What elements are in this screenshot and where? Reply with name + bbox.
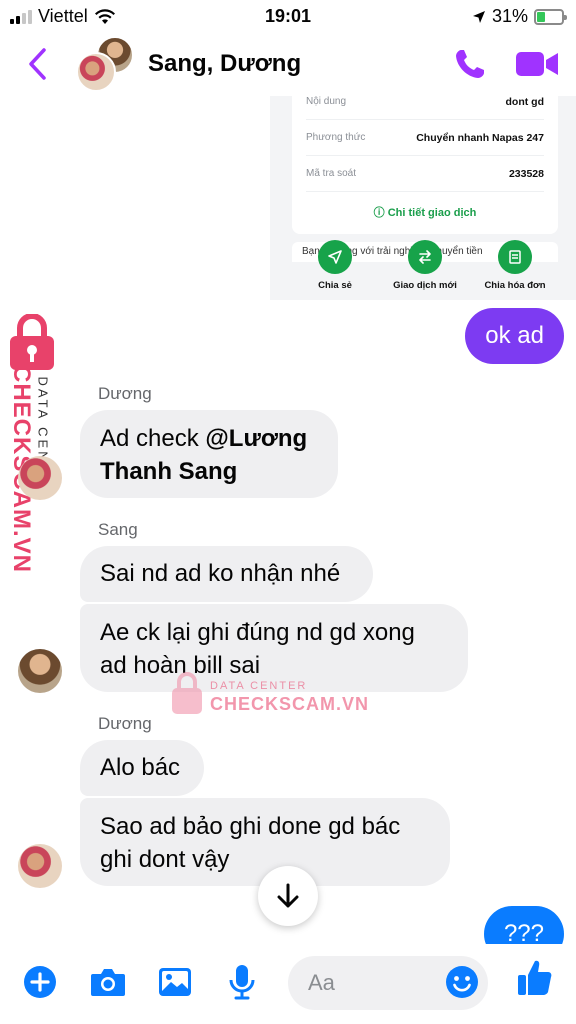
arrow-down-icon	[277, 883, 299, 908]
receipt-row-value: 233528	[508, 167, 544, 180]
receipt-row: Phương thức Chuyển nhanh Napas 247	[306, 120, 544, 156]
receipt-row: Nội dung dont gd	[306, 96, 544, 120]
receipt-action-share: Chia sẻ	[290, 240, 380, 291]
avatar	[76, 52, 116, 92]
sender-name: Sang	[98, 520, 138, 539]
group-avatar[interactable]	[76, 36, 136, 92]
photo-gallery-icon[interactable]	[155, 962, 195, 1002]
shared-image-receipt[interactable]: Nội dung dont gd Phương thức Chuyển nhan…	[270, 96, 576, 300]
receipt-actions: Chia sẻ Giao dịch mới Chia hóa đơn	[270, 240, 576, 300]
thumbs-up-icon[interactable]	[514, 958, 554, 998]
message-text: ok ad	[485, 322, 544, 349]
message-composer	[0, 944, 576, 1024]
receipt-action-label: Giao dịch mới	[393, 280, 457, 291]
emoji-icon[interactable]	[442, 962, 482, 1002]
bill-icon	[498, 240, 532, 274]
receipt-action-split-bill: Chia hóa đơn	[470, 240, 560, 291]
video-camera-icon[interactable]	[514, 48, 560, 80]
receipt-row-label: Phương thức	[306, 132, 366, 143]
message-text: Alo bác	[100, 754, 181, 781]
message-text: Sao ad bảo ghi done gd bác	[100, 813, 401, 840]
receipt-row-label: Mã tra soát	[306, 168, 357, 179]
receipt-row-value: Chuyển nhanh Napas 247	[416, 131, 544, 144]
message-text: ghi dont vậy	[100, 846, 230, 873]
incoming-message[interactable]: Ad check @Lương Thanh Sang	[80, 410, 338, 498]
message-text: Sai nd ad ko nhận nhé	[100, 560, 341, 587]
mention[interactable]: Thanh Sang	[100, 458, 237, 485]
transaction-detail-link: ⓘ Chi tiết giao dịch	[292, 204, 558, 220]
message-text: Ae ck lại ghi đúng nd gd xong	[100, 619, 415, 646]
receipt-action-new-transaction: Giao dịch mới	[380, 240, 470, 291]
message-text: ???	[503, 920, 544, 947]
microphone-icon[interactable]	[222, 962, 262, 1002]
receipt-action-label: Chia hóa đơn	[484, 280, 546, 291]
location-arrow-icon	[472, 10, 485, 23]
scroll-to-bottom-button[interactable]	[258, 866, 318, 926]
message-text: Ad check	[100, 425, 206, 452]
plus-circle-icon[interactable]	[20, 962, 60, 1002]
status-bar: Viettel 19:01 31%	[0, 0, 576, 32]
watermark-center: DATA CENTER CHECKSCAM.VN	[170, 672, 370, 722]
avatar	[18, 844, 62, 888]
outgoing-message[interactable]: ok ad	[465, 308, 564, 364]
avatar	[18, 456, 62, 500]
share-icon	[318, 240, 352, 274]
sender-name: Dương	[98, 714, 152, 733]
transaction-detail-label: Chi tiết giao dịch	[387, 207, 477, 219]
mention[interactable]: @Lương	[205, 425, 307, 452]
incoming-message[interactable]: Alo bác	[80, 740, 204, 796]
conversation-title[interactable]: Sang, Dương	[148, 50, 301, 78]
swap-icon	[408, 240, 442, 274]
watermark-tag: DATA CENTER	[210, 680, 308, 692]
incoming-message[interactable]: Sao ad bảo ghi done gd bác ghi dont vậy	[80, 798, 450, 886]
watermark-vertical: CHECKSCAM.VN DATA CENTER	[4, 313, 64, 573]
watermark-brand: CHECKSCAM.VN	[210, 694, 370, 714]
receipt-card: Nội dung dont gd Phương thức Chuyển nhan…	[292, 96, 558, 234]
phone-icon[interactable]	[452, 46, 488, 82]
receipt-action-label: Chia sẻ	[318, 280, 352, 291]
avatar	[18, 649, 62, 693]
receipt-row: Mã tra soát 233528	[306, 156, 544, 192]
battery-icon	[534, 8, 567, 25]
camera-icon[interactable]	[88, 962, 128, 1002]
sender-name: Dương	[98, 384, 152, 403]
receipt-row-label: Nội dung	[306, 96, 347, 107]
receipt-row-value: dont gd	[505, 96, 544, 108]
chat-header: Sang, Dương	[0, 32, 576, 96]
padlock-icon	[172, 672, 202, 714]
info-icon: ⓘ	[373, 207, 388, 219]
incoming-message[interactable]: Sai nd ad ko nhận nhé	[80, 546, 373, 602]
battery-percent: 31%	[491, 6, 528, 26]
back-chevron-icon[interactable]	[24, 46, 52, 82]
